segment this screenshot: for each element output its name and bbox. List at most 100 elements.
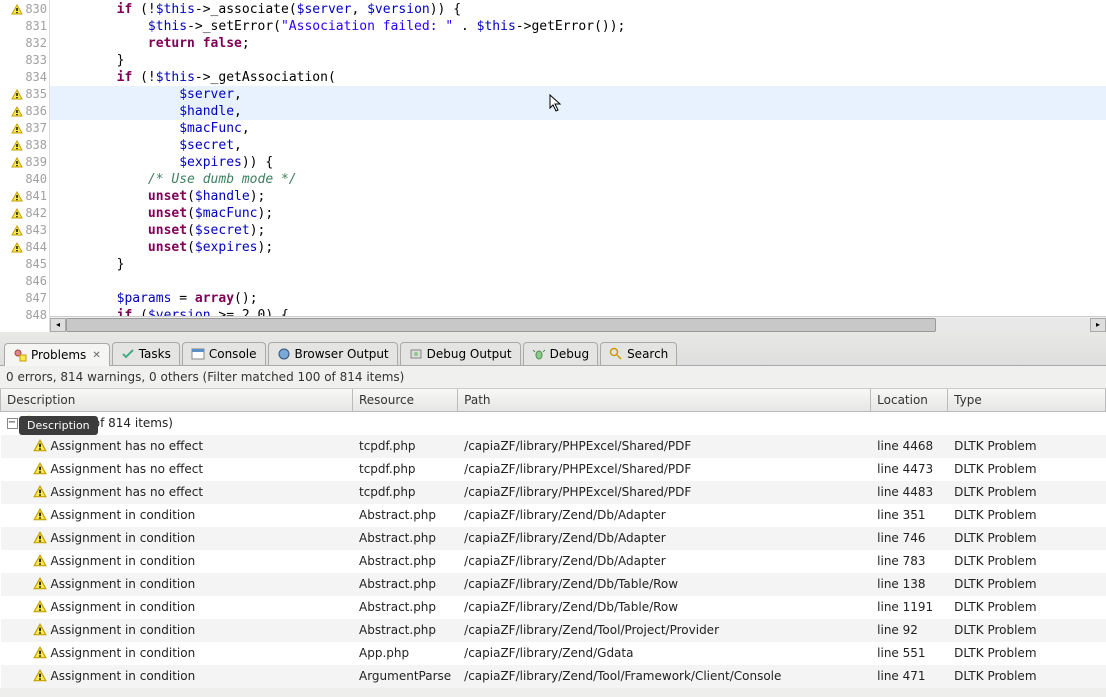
code-line[interactable]: $this->_setError("Association failed: " … <box>50 18 1106 35</box>
scroll-right-button[interactable]: ▸ <box>1090 318 1106 332</box>
code-content[interactable]: if (!$this->_associate($server, $version… <box>50 0 1106 332</box>
gutter-line[interactable]: 847 <box>0 290 47 307</box>
code-line[interactable]: $params = array(); <box>50 290 1106 307</box>
problem-resource: Abstract.php <box>353 619 458 642</box>
bottom-panel: Problems✕TasksConsoleBrowser OutputDebug… <box>0 332 1106 697</box>
code-line[interactable]: unset($secret); <box>50 222 1106 239</box>
gutter-line[interactable]: 838 <box>0 137 47 154</box>
col-location[interactable]: Location <box>871 389 948 412</box>
problem-description: Assignment has no effect <box>51 462 204 476</box>
code-line[interactable] <box>50 273 1106 290</box>
problem-location: line 4473 <box>871 458 948 481</box>
code-line[interactable]: unset($macFunc); <box>50 205 1106 222</box>
problem-resource: App.php <box>353 642 458 665</box>
problem-location: line 92 <box>871 619 948 642</box>
line-number: 847 <box>25 290 47 307</box>
col-resource[interactable]: Resource <box>353 389 458 412</box>
col-path[interactable]: Path <box>458 389 871 412</box>
gutter-line[interactable]: 842 <box>0 205 47 222</box>
gutter-line[interactable]: 843 <box>0 222 47 239</box>
line-number: 836 <box>25 103 47 120</box>
table-row[interactable]: Assignment in conditionAbstract.php/capi… <box>1 573 1106 596</box>
table-row[interactable]: Assignment in conditionAbstract.php/capi… <box>1 550 1106 573</box>
problem-description: Assignment in condition <box>51 531 196 545</box>
code-line[interactable]: if (!$this->_associate($server, $version… <box>50 1 1106 18</box>
code-line[interactable]: $secret, <box>50 137 1106 154</box>
debugout-icon <box>409 347 423 361</box>
gutter-line[interactable]: 833 <box>0 52 47 69</box>
col-type[interactable]: Type <box>948 389 1106 412</box>
table-row[interactable]: Assignment in conditionAbstract.php/capi… <box>1 596 1106 619</box>
gutter-line[interactable]: 836 <box>0 103 47 120</box>
problem-type: DLTK Problem <box>948 596 1106 619</box>
gutter-line[interactable]: 846 <box>0 273 47 290</box>
problem-description: Assignment has no effect <box>51 485 204 499</box>
tab-tasks[interactable]: Tasks <box>112 342 180 365</box>
line-number: 831 <box>25 18 47 35</box>
gutter-line[interactable]: 837 <box>0 120 47 137</box>
close-icon[interactable]: ✕ <box>92 350 100 361</box>
code-line[interactable]: $expires)) { <box>50 154 1106 171</box>
gutter-line[interactable]: 840 <box>0 171 47 188</box>
gutter-line[interactable]: 845 <box>0 256 47 273</box>
problem-resource: tcpdf.php <box>353 481 458 504</box>
problem-location: line 4468 <box>871 435 948 458</box>
horizontal-scrollbar[interactable]: ◂ ▸ <box>50 316 1106 332</box>
tab-label: Tasks <box>139 347 171 361</box>
problem-type: DLTK Problem <box>948 504 1106 527</box>
code-line[interactable]: /* Use dumb mode */ <box>50 171 1106 188</box>
warning-marker-icon <box>11 208 23 220</box>
scroll-left-button[interactable]: ◂ <box>50 318 66 332</box>
tab-console[interactable]: Console <box>182 342 266 365</box>
code-line[interactable]: } <box>50 52 1106 69</box>
gutter-line[interactable]: 835 <box>0 86 47 103</box>
scroll-track[interactable] <box>66 318 1090 332</box>
code-line[interactable]: $handle, <box>50 103 1106 120</box>
debug-icon <box>532 347 546 361</box>
problem-description: Assignment in condition <box>51 508 196 522</box>
problem-type: DLTK Problem <box>948 481 1106 504</box>
warning-marker-icon <box>11 140 23 152</box>
tab-browser[interactable]: Browser Output <box>268 342 398 365</box>
gutter-line[interactable]: 848 <box>0 307 47 324</box>
warnings-group-row[interactable]: −W(100 of 814 items) <box>1 412 1106 435</box>
table-row[interactable]: Assignment in conditionArgumentParse/cap… <box>1 665 1106 688</box>
gutter-line[interactable]: 841 <box>0 188 47 205</box>
table-row[interactable]: Assignment has no effecttcpdf.php/capiaZ… <box>1 458 1106 481</box>
line-number: 848 <box>25 307 47 324</box>
gutter-line[interactable]: 831 <box>0 18 47 35</box>
gutter-line[interactable]: 830 <box>0 1 47 18</box>
tab-debug[interactable]: Debug <box>523 342 598 365</box>
warning-icon <box>33 554 47 568</box>
tab-debugout[interactable]: Debug Output <box>400 342 521 365</box>
scroll-thumb[interactable] <box>66 318 936 332</box>
code-line[interactable]: } <box>50 256 1106 273</box>
table-row[interactable]: Assignment in conditionAbstract.php/capi… <box>1 527 1106 550</box>
code-line[interactable]: unset($expires); <box>50 239 1106 256</box>
table-row[interactable]: Assignment has no effecttcpdf.php/capiaZ… <box>1 481 1106 504</box>
problem-path: /capiaZF/library/Zend/Gdata <box>458 642 871 665</box>
problem-path: /capiaZF/library/Zend/Db/Table/Row <box>458 573 871 596</box>
gutter-line[interactable]: 844 <box>0 239 47 256</box>
table-row[interactable]: Assignment in conditionAbstract.php/capi… <box>1 504 1106 527</box>
code-line[interactable]: return false; <box>50 35 1106 52</box>
code-line[interactable]: $server, <box>50 86 1106 103</box>
tab-problems[interactable]: Problems✕ <box>4 343 110 366</box>
table-row[interactable]: Assignment in conditionAbstract.php/capi… <box>1 619 1106 642</box>
code-line[interactable]: if (!$this->_getAssociation( <box>50 69 1106 86</box>
collapse-toggle-icon[interactable]: − <box>7 418 18 429</box>
problem-resource: Abstract.php <box>353 527 458 550</box>
table-row[interactable]: Assignment has no effecttcpdf.php/capiaZ… <box>1 435 1106 458</box>
gutter-line[interactable]: 834 <box>0 69 47 86</box>
line-number: 832 <box>25 35 47 52</box>
line-gutter: 8308318328338348358368378388398408418428… <box>0 0 50 332</box>
problem-resource: Abstract.php <box>353 573 458 596</box>
gutter-line[interactable]: 839 <box>0 154 47 171</box>
code-line[interactable]: $macFunc, <box>50 120 1106 137</box>
code-line[interactable]: unset($handle); <box>50 188 1106 205</box>
problem-description: Assignment in condition <box>51 554 196 568</box>
gutter-line[interactable]: 832 <box>0 35 47 52</box>
col-description[interactable]: Description <box>1 389 353 412</box>
table-row[interactable]: Assignment in conditionApp.php/capiaZF/l… <box>1 642 1106 665</box>
tab-search[interactable]: Search <box>600 342 677 365</box>
